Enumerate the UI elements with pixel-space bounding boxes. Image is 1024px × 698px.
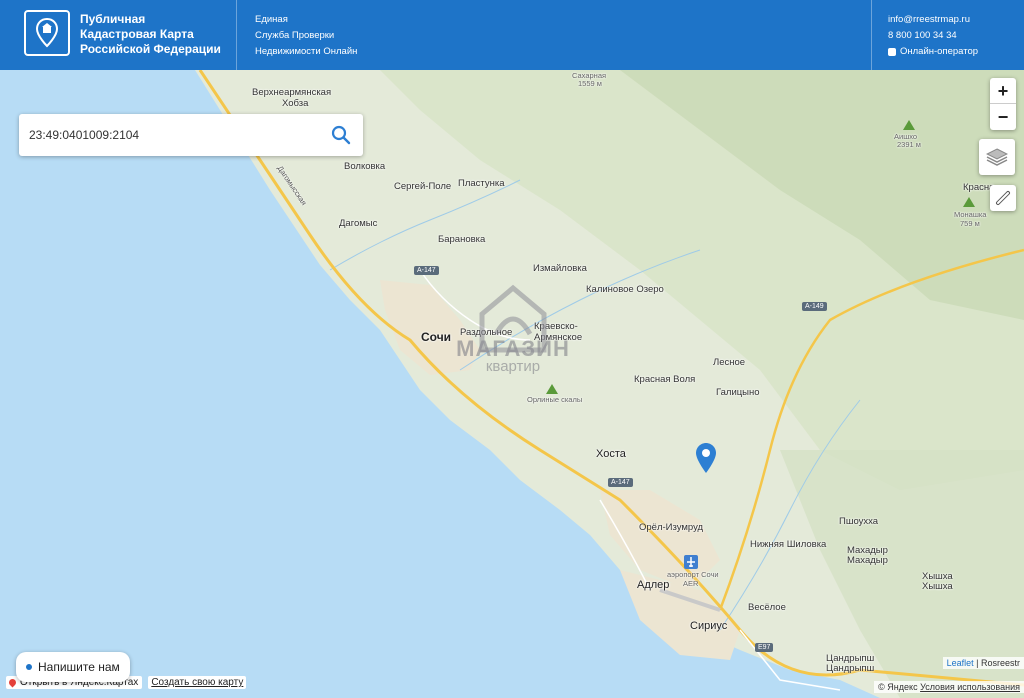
zoom-control: + −	[990, 78, 1016, 130]
site-header: Публичная Кадастровая Карта Российской Ф…	[0, 0, 1024, 70]
map-background	[195, 70, 1024, 698]
terms-link[interactable]: Условия использования	[920, 682, 1020, 692]
leaflet-link[interactable]: Leaflet	[947, 658, 974, 668]
service-line: Единая	[255, 14, 288, 25]
map-label: Лесное	[713, 357, 746, 368]
yandex-attribution: © Яндекс Условия использования	[874, 681, 1024, 693]
map-label-peak: 1559 м	[578, 79, 602, 88]
map-label: Весёлое	[748, 602, 786, 613]
location-pin-icon[interactable]	[695, 442, 717, 474]
map-label: Цандрыпш	[826, 663, 875, 674]
road-shield: А-147	[608, 478, 633, 487]
road-shield: А-147	[414, 266, 439, 275]
map-label: Хышха	[922, 581, 953, 592]
map-label: Орлиные скалы	[527, 395, 583, 404]
map-label: AER	[683, 579, 699, 588]
brand-line: Публичная	[80, 12, 146, 26]
map-label-peak: 759 м	[960, 219, 980, 228]
phone-link[interactable]: 8 800 100 34 34	[888, 28, 978, 44]
online-operator-link[interactable]: Онлайн-оператор	[888, 44, 978, 60]
map-label: Галицыно	[716, 387, 760, 398]
map-label: аэропорт Сочи	[667, 570, 719, 579]
map-label-peak: Монашка	[954, 210, 987, 219]
map-label: Пластунка	[458, 178, 505, 189]
map-canvas[interactable]: Верхнеармянская Хобза Волковка Сергей-По…	[0, 70, 1024, 698]
map-label: Измайловка	[533, 263, 587, 274]
watermark-house-icon	[479, 284, 547, 353]
map-label: Орёл-Изумруд	[639, 522, 704, 533]
map-label-peak: 2391 м	[897, 140, 921, 149]
map-label: Верхнеармянская	[252, 87, 332, 98]
brand-line: Кадастровая Карта	[80, 27, 194, 41]
leaflet-attribution: Leaflet | Rosreestr	[942, 657, 1024, 669]
contacts: info@rreestrmap.ru 8 800 100 34 34 Онлай…	[888, 12, 978, 60]
zoom-in-button[interactable]: +	[990, 78, 1016, 104]
create-map-link[interactable]: Создать свою карту	[148, 676, 247, 689]
yandex-copyright: © Яндекс	[878, 682, 918, 692]
airport-icon	[684, 555, 698, 569]
map-label-city: Сочи	[421, 330, 452, 344]
brand-line: Российской Федерации	[80, 42, 221, 56]
online-operator-label: Онлайн-оператор	[900, 46, 979, 57]
header-divider	[236, 0, 237, 70]
peak-icon	[546, 384, 558, 394]
map-label: Махадыр	[847, 555, 888, 566]
chat-label: Напишите нам	[38, 660, 120, 674]
online-dot-icon	[26, 664, 32, 670]
cadastral-search-box	[19, 114, 363, 156]
map-label-city: Адлер	[637, 579, 670, 591]
logo[interactable]	[24, 10, 70, 56]
map-label: Нижняя Шиловка	[750, 539, 827, 550]
map-label: Пшоухха	[839, 516, 879, 527]
service-line: Недвижимости Онлайн	[255, 46, 358, 57]
chat-widget-button[interactable]: Напишите нам	[16, 652, 130, 682]
map-label: Барановка	[438, 234, 486, 245]
search-icon[interactable]	[331, 125, 351, 145]
layers-icon	[986, 148, 1008, 166]
chat-icon	[888, 48, 896, 56]
peak-icon	[903, 120, 915, 130]
watermark: МАГАЗИН квартир	[448, 284, 578, 375]
map-label: Красная Воля	[634, 374, 696, 385]
peak-icon	[963, 197, 975, 207]
map-label: Волковка	[344, 161, 386, 172]
road-shield: А-149	[802, 302, 827, 311]
map-pin-logo-icon	[35, 18, 59, 48]
service-title[interactable]: Единая Служба Проверки Недвижимости Онла…	[255, 12, 357, 60]
ruler-button[interactable]	[990, 185, 1016, 211]
map-label-city: Сириус	[690, 620, 728, 632]
map-label: Сергей-Поле	[394, 181, 452, 192]
service-line: Служба Проверки	[255, 30, 335, 41]
map-label: Дагомыс	[339, 218, 378, 229]
map-label-city: Хоста	[596, 448, 626, 460]
map-label: Калиновое Озеро	[586, 284, 664, 295]
map-label: Хобза	[282, 98, 309, 109]
ruler-icon	[996, 191, 1010, 205]
email-link[interactable]: info@rreestrmap.ru	[888, 12, 978, 28]
cadastral-search-input[interactable]	[29, 125, 319, 145]
header-divider	[871, 0, 872, 70]
brand-title: Публичная Кадастровая Карта Российской Ф…	[80, 12, 221, 57]
zoom-out-button[interactable]: −	[990, 104, 1016, 130]
attribution-rosreestr: | Rosreestr	[973, 658, 1020, 668]
road-shield: Е97	[755, 643, 774, 652]
layers-button[interactable]	[979, 139, 1015, 175]
